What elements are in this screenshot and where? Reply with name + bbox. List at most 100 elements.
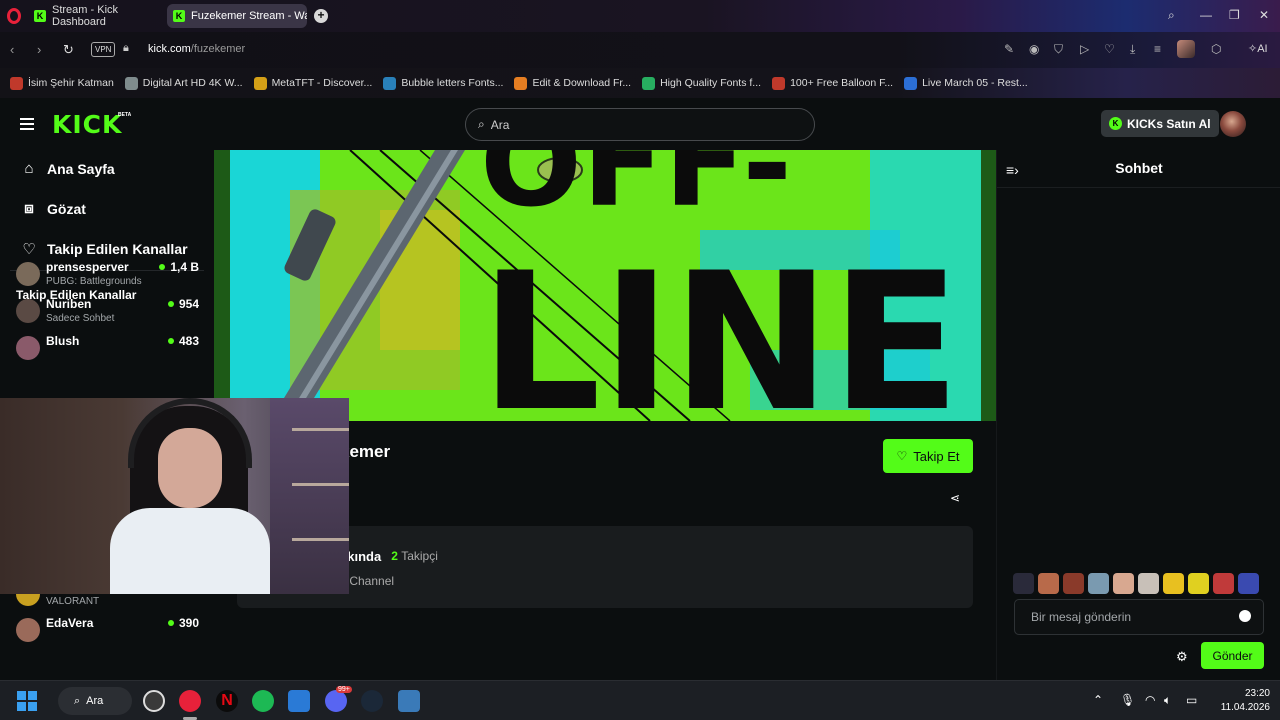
emote-icon[interactable] xyxy=(1013,573,1034,594)
channel-row[interactable]: EdaVera 390 xyxy=(16,616,202,650)
emoji-icon[interactable] xyxy=(1239,610,1251,622)
bookmarks-bar: İsim Şehir Katman Digital Art HD 4K W... M… xyxy=(0,68,1280,98)
send-button[interactable]: Gönder xyxy=(1201,642,1264,669)
follow-button[interactable]: ♡ Takip Et xyxy=(883,439,973,473)
app-icon[interactable] xyxy=(143,690,165,712)
live-dot-icon xyxy=(167,620,174,626)
app-icon[interactable] xyxy=(398,690,420,712)
offline-banner[interactable]: OFF- LINE xyxy=(214,150,996,421)
kicks-coin-icon: K xyxy=(1109,117,1122,130)
discord-badge: 99+ xyxy=(336,686,352,693)
heart-outline-icon[interactable]: ♡ xyxy=(1104,42,1115,56)
aria-ai-button[interactable]: ✧AI xyxy=(1248,42,1268,55)
cube-icon[interactable]: ⬡ xyxy=(1211,42,1221,56)
back-arrow-icon[interactable]: ‹ xyxy=(10,42,14,57)
spotify-icon[interactable] xyxy=(252,690,274,712)
clock-date: 11.04.2026 xyxy=(1220,702,1270,713)
vpn-badge[interactable]: VPN xyxy=(91,42,116,57)
chat-message-input[interactable]: Bir mesaj gönderin xyxy=(1014,599,1264,635)
edit-icon[interactable]: ✎ xyxy=(1004,42,1014,56)
bookmark-item[interactable]: MetaTFT - Discover... xyxy=(253,76,372,90)
emote-icon[interactable] xyxy=(1063,573,1084,594)
play-icon[interactable]: ▷ xyxy=(1080,42,1089,56)
share-icon[interactable]: ⋖ xyxy=(950,491,960,505)
channel-row[interactable]: Blush 483 xyxy=(16,334,202,368)
discord-icon[interactable] xyxy=(325,690,347,712)
emote-icon[interactable] xyxy=(1038,573,1059,594)
netflix-icon[interactable]: N xyxy=(216,690,238,712)
battery-icon[interactable]: ▭ xyxy=(1186,693,1197,707)
bookmark-item[interactable]: Edit & Download Fr... xyxy=(514,76,632,90)
buy-kicks-button[interactable]: K KICKs Satın Al xyxy=(1101,110,1219,137)
forward-arrow-icon[interactable]: › xyxy=(37,42,41,57)
bookmark-item[interactable]: Bubble letters Fonts... xyxy=(383,76,504,90)
sidebar-item-home[interactable]: ⌂ Ana Sayfa xyxy=(20,160,114,177)
download-icon[interactable]: ⤓ xyxy=(1130,42,1135,57)
new-tab-plus-icon[interactable]: + xyxy=(314,9,328,23)
search-bar[interactable]: ⌕ xyxy=(465,108,815,141)
windows-start-icon[interactable] xyxy=(17,691,37,711)
lock-icon[interactable]: 🔒︎ xyxy=(123,42,129,55)
emote-icon[interactable] xyxy=(1113,573,1134,594)
chevron-up-icon[interactable]: ⌃ xyxy=(1093,693,1103,707)
user-avatar[interactable] xyxy=(1220,111,1246,137)
emote-icon[interactable] xyxy=(1163,573,1184,594)
opera-taskbar-icon[interactable] xyxy=(179,690,201,712)
url-field[interactable]: kick.com/fuzekemer xyxy=(148,43,245,55)
volume-icon[interactable]: 🔈︎ xyxy=(1164,693,1171,708)
sidebar-item-following[interactable]: ♡ Takip Edilen Kanallar xyxy=(20,240,187,258)
bookmark-label: Bubble letters Fonts... xyxy=(401,77,504,89)
channel-row-name: EdaVera xyxy=(46,616,94,630)
camera-icon[interactable]: ◉ xyxy=(1029,42,1039,56)
hamburger-menu-icon[interactable] xyxy=(20,118,34,130)
shield-icon[interactable]: ⛉ xyxy=(1054,42,1063,57)
viewer-count-value: 483 xyxy=(178,334,199,348)
banner-off-text: OFF- xyxy=(480,150,792,234)
mail-icon[interactable] xyxy=(288,690,310,712)
bookmark-favicon-icon xyxy=(514,76,528,90)
opera-logo-icon[interactable] xyxy=(7,8,21,24)
bookmark-label: Edit & Download Fr... xyxy=(532,77,632,89)
offline-banner-illustration: OFF- LINE xyxy=(230,150,981,421)
viewer-count-value: 390 xyxy=(178,616,199,630)
taskbar-search[interactable]: ⌕ Ara xyxy=(58,687,132,715)
wifi-icon[interactable]: ◠ xyxy=(1145,693,1155,707)
close-icon[interactable]: ✕ xyxy=(1259,8,1269,22)
bookmark-item[interactable]: Live March 05 - Rest... xyxy=(904,76,1028,90)
system-clock[interactable]: 23:20 11.04.2026 xyxy=(1212,687,1270,715)
gear-icon[interactable]: ⚙ xyxy=(1176,649,1188,665)
bookmark-item[interactable]: Digital Art HD 4K W... xyxy=(124,76,243,90)
bookmark-item[interactable]: 100+ Free Balloon F... xyxy=(772,76,893,90)
steam-icon[interactable] xyxy=(361,690,383,712)
followers-count-badge: 2 Takipçi xyxy=(391,549,438,564)
minimize-icon[interactable]: — xyxy=(1200,8,1212,22)
emote-icon[interactable] xyxy=(1188,573,1209,594)
collapse-chat-icon[interactable]: ≡› xyxy=(1006,162,1019,178)
bookmark-item[interactable]: İsim Şehir Katman xyxy=(10,76,114,90)
bookmark-favicon-icon xyxy=(642,76,656,90)
windows-taskbar: ⌕ Ara N 99+ ⌃ 🎙︎ ◠ 🔈︎ ▭ 23:20 11.04.2026 xyxy=(0,680,1280,720)
tab-search-icon[interactable]: ⌕ xyxy=(1168,8,1175,23)
search-input[interactable] xyxy=(490,117,781,132)
tab-fuzekemer-stream[interactable]: K Fuzekemer Stream - Watch xyxy=(167,4,307,28)
microphone-icon[interactable]: 🎙︎ xyxy=(1120,693,1135,707)
sidebar-item-browse[interactable]: ⧈ Gözat xyxy=(20,200,86,217)
channel-row[interactable]: Nuriben Sadece Sohbet 954 xyxy=(16,297,202,331)
search-icon: ⌕ xyxy=(74,694,81,707)
emote-icon[interactable] xyxy=(1213,573,1234,594)
bookmark-item[interactable]: High Quality Fonts f... xyxy=(642,76,761,90)
reload-icon[interactable]: ↻ xyxy=(63,42,74,58)
viewer-count: 954 xyxy=(167,297,199,311)
follow-label: Takip Et xyxy=(913,448,960,464)
kick-logo[interactable]: KICK xyxy=(52,110,122,139)
menu-lines-icon[interactable]: ≡ xyxy=(1154,42,1161,56)
profile-avatar-icon[interactable] xyxy=(1177,40,1195,58)
restore-icon[interactable]: ❐ xyxy=(1229,8,1240,22)
emote-icon[interactable] xyxy=(1088,573,1109,594)
channel-row-category: Sadece Sohbet xyxy=(46,313,115,324)
emote-icon[interactable] xyxy=(1238,573,1259,594)
emote-icon[interactable] xyxy=(1138,573,1159,594)
tab-kick-dashboard[interactable]: K Stream - Kick Dashboard xyxy=(28,4,162,28)
banner-line-text: LINE xyxy=(480,232,961,421)
channel-row[interactable]: prensesperver PUBG: Battlegrounds 1,4 B xyxy=(16,260,202,294)
